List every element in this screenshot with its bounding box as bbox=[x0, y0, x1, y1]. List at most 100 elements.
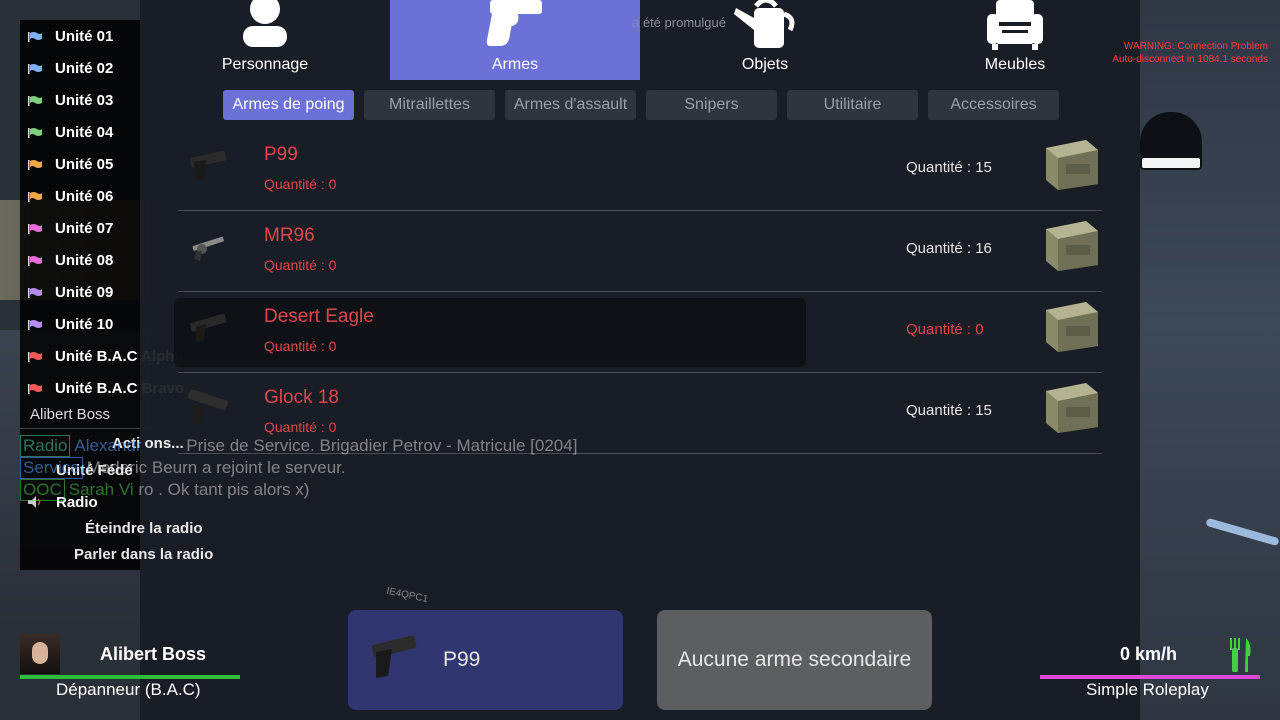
subtab-snipers[interactable]: Snipers bbox=[646, 90, 777, 120]
tab-armes[interactable]: Armes bbox=[390, 0, 640, 80]
subtab-accessoires[interactable]: Accessoires bbox=[928, 90, 1059, 120]
secondary-weapon-name: Aucune arme secondaire bbox=[677, 648, 912, 671]
subtab-utilitaire[interactable]: Utilitaire bbox=[787, 90, 918, 120]
revolver-thumbnail bbox=[192, 236, 224, 261]
weapon-name: P99 bbox=[264, 144, 298, 165]
unit-label: Unité 10 bbox=[55, 316, 114, 333]
flag-icon bbox=[28, 253, 42, 266]
chat-text: Prise de Service. Brigadier Petrov - Mat… bbox=[186, 436, 578, 455]
pistol-icon bbox=[371, 635, 417, 678]
watering-can-icon bbox=[734, 0, 795, 48]
primary-weapon-slot[interactable]: P99 bbox=[348, 610, 623, 710]
unit-list-item[interactable]: Unité 10 bbox=[28, 316, 113, 340]
tab-label: Personnage bbox=[221, 56, 309, 73]
flag-icon bbox=[28, 189, 42, 202]
unit-label: Unité 08 bbox=[55, 252, 114, 269]
flag-icon bbox=[28, 221, 42, 234]
chat-author: Sarah Vi bbox=[68, 480, 134, 499]
fork-knife-icon bbox=[1230, 638, 1251, 672]
inventory-panel: Personnage Armes Objets Meubles Armes de… bbox=[140, 0, 1140, 720]
warning-line: Auto-disconnect in 1084.1 seconds bbox=[1112, 54, 1268, 65]
tab-personnage[interactable]: Personnage bbox=[140, 0, 390, 80]
subtab-mitraillettes[interactable]: Mitraillettes bbox=[364, 90, 495, 120]
ammo-box-icon[interactable] bbox=[1044, 381, 1100, 433]
flag-icon bbox=[28, 285, 42, 298]
chat-message: OOC Sarah Vi ro . Ok tant pis alors x) bbox=[20, 479, 309, 501]
flag-icon bbox=[28, 349, 42, 362]
pistol-thumbnail bbox=[190, 313, 227, 342]
subtab-armes-de-poing[interactable]: Armes de poing bbox=[223, 90, 354, 120]
status-hud: 0 km/h bbox=[1040, 634, 1260, 680]
unit-list-item[interactable]: Unité 08 bbox=[28, 252, 113, 276]
health-bar bbox=[20, 675, 240, 679]
weapon-owned-quantity: Quantité : 0 bbox=[264, 176, 337, 192]
chat-message: Service Mederic Beurn a rejoint le serveu… bbox=[20, 457, 346, 479]
tab-label: Objets bbox=[741, 56, 789, 73]
chat-author: Mederic bbox=[86, 458, 148, 477]
subtab-armes-d-assault[interactable]: Armes d'assault bbox=[505, 90, 636, 120]
weapon-owned-quantity: Quantité : 0 bbox=[264, 257, 337, 273]
unit-list-item[interactable]: Unité 09 bbox=[28, 284, 113, 308]
unit-label: Unité 05 bbox=[55, 156, 114, 173]
unit-label: Unité 06 bbox=[55, 188, 114, 205]
unit-label: Unité 09 bbox=[55, 284, 114, 301]
flag-icon bbox=[28, 381, 42, 394]
avatar bbox=[20, 634, 60, 674]
unit-label: Unité 03 bbox=[55, 92, 114, 109]
unit-list-item[interactable]: Unité 05 bbox=[28, 156, 113, 180]
hunger-bar bbox=[1040, 675, 1260, 679]
tab-label: Meubles bbox=[984, 56, 1046, 73]
unit-label: Unité 01 bbox=[55, 28, 114, 45]
weapon-stock-quantity: Quantité : 16 bbox=[906, 240, 992, 257]
person-icon bbox=[243, 0, 287, 47]
unit-list-item[interactable]: Unité 06 bbox=[28, 188, 113, 212]
ammo-box-icon[interactable] bbox=[1044, 219, 1100, 271]
weapon-name: MR96 bbox=[264, 225, 315, 246]
primary-weapon-name: P99 bbox=[443, 648, 481, 671]
pistol-icon bbox=[486, 0, 542, 46]
owner-name: Alibert Boss bbox=[30, 406, 111, 423]
tab-meubles[interactable]: Meubles bbox=[890, 0, 1140, 80]
unit-list-item[interactable]: Unité 07 bbox=[28, 220, 113, 244]
law-notice: a été promulgué bbox=[632, 15, 726, 30]
flag-icon bbox=[28, 157, 42, 170]
weapon-owned-quantity: Quantité : 0 bbox=[264, 419, 337, 435]
unit-label: Unité 02 bbox=[55, 60, 114, 77]
server-name: Simple Roleplay bbox=[1086, 680, 1209, 699]
player-name: Alibert Boss bbox=[100, 644, 207, 664]
unit-list-item[interactable]: Unité 04 bbox=[28, 124, 113, 148]
weapon-name: Glock 18 bbox=[264, 387, 339, 408]
chat-tag: Service bbox=[20, 457, 83, 479]
weapon-stock-quantity: Quantité : 15 bbox=[906, 159, 992, 176]
secondary-weapon-slot[interactable]: Aucune arme secondaire bbox=[657, 610, 932, 710]
chat-author: Alexandr bbox=[74, 436, 142, 455]
radio-talk-option[interactable]: Parler dans la radio bbox=[74, 546, 213, 563]
unit-list-item[interactable]: Unité 01 bbox=[28, 28, 113, 52]
pistol-thumbnail bbox=[189, 150, 227, 180]
weapon-name: Desert Eagle bbox=[264, 306, 374, 327]
flag-icon bbox=[28, 93, 42, 106]
weapon-row[interactable]: P99 Quantité : 0 Quantité : 15 bbox=[178, 130, 1102, 211]
armchair-icon bbox=[987, 0, 1043, 50]
player-hud: Alibert Boss bbox=[20, 634, 240, 680]
unit-list-item[interactable]: Unité 02 bbox=[28, 60, 113, 84]
connection-warning: WARNING: Connection Problem Auto-disconn… bbox=[1112, 40, 1268, 66]
flag-icon bbox=[28, 29, 42, 42]
flag-icon bbox=[28, 61, 42, 74]
flag-icon bbox=[28, 317, 42, 330]
pistol-thumbnail bbox=[188, 389, 229, 425]
chat-text: Beurn a rejoint le serveur. bbox=[151, 458, 346, 477]
radio-off-option[interactable]: Éteindre la radio bbox=[85, 520, 203, 537]
tab-objets[interactable]: Objets bbox=[640, 0, 890, 80]
player-job: Dépanneur (B.A.C) bbox=[56, 680, 201, 699]
weapon-row[interactable]: MR96 Quantité : 0 Quantité : 16 bbox=[178, 211, 1102, 292]
background-building bbox=[1140, 0, 1280, 720]
flag-icon bbox=[28, 125, 42, 138]
ammo-box-icon[interactable] bbox=[1044, 300, 1100, 352]
chat-tag: OOC bbox=[20, 479, 65, 501]
weapon-owned-quantity: Quantité : 0 bbox=[264, 338, 337, 354]
ammo-box-icon[interactable] bbox=[1044, 138, 1100, 190]
unit-list-item[interactable]: Unité 03 bbox=[28, 92, 113, 116]
chat-tag: Radio bbox=[20, 435, 71, 457]
weapon-row[interactable]: Desert Eagle Quantité : 0 Quantité : 0 bbox=[174, 292, 1102, 373]
